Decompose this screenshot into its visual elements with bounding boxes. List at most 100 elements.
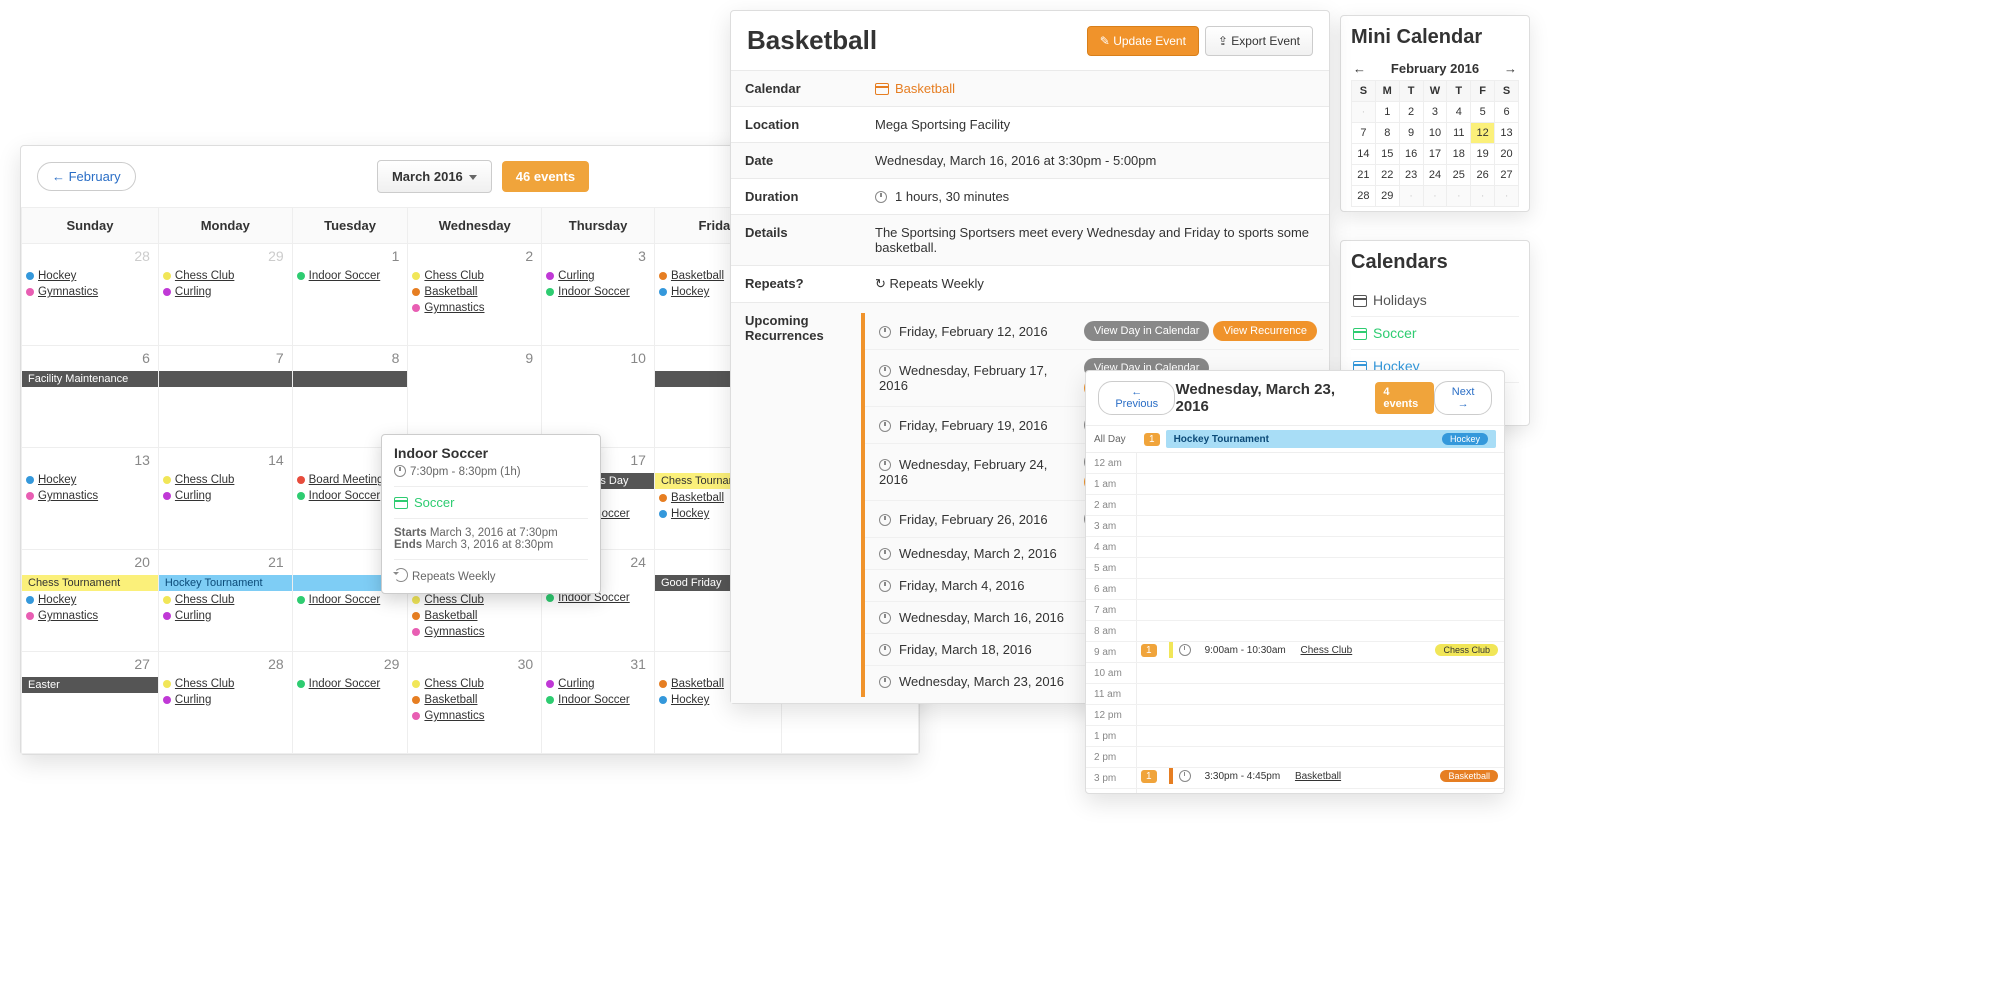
mini-day[interactable]: 22 [1375, 165, 1399, 186]
event-item[interactable]: Hockey [26, 472, 154, 488]
day-prev-button[interactable]: ← Previous [1098, 381, 1175, 415]
mini-day[interactable]: 10 [1423, 123, 1447, 144]
mini-day[interactable]: 27 [1495, 165, 1519, 186]
event-bar[interactable]: Chess Tournament [22, 575, 158, 591]
calendar-link[interactable]: Basketball [895, 81, 955, 96]
event-item[interactable]: Hockey [26, 592, 154, 608]
event-item[interactable]: Indoor Soccer [297, 592, 404, 608]
calendar-list-item[interactable]: Soccer [1351, 316, 1519, 349]
day-event[interactable]: 19:00am - 10:30am Chess ClubChess Club [1141, 642, 1504, 658]
event-item[interactable]: Indoor Soccer [297, 268, 404, 284]
day-cell[interactable]: 10 [542, 346, 655, 448]
day-next-button[interactable]: Next → [1434, 381, 1492, 415]
mini-day[interactable]: 9 [1399, 123, 1423, 144]
day-cell[interactable]: 13HockeyGymnastics [22, 448, 159, 550]
tooltip-calendar-link[interactable]: Soccer [414, 495, 454, 510]
day-cell[interactable]: 28Chess ClubCurling [158, 652, 292, 754]
event-bar[interactable]: Facility Maintenance [22, 371, 158, 387]
prev-month-button[interactable]: ← February [37, 162, 136, 191]
event-item[interactable]: Gymnastics [26, 284, 154, 300]
month-picker-button[interactable]: March 2016 [377, 160, 492, 193]
mini-day[interactable]: 16 [1399, 144, 1423, 165]
day-cell[interactable]: 9 [408, 346, 542, 448]
event-bar[interactable]: Easter [22, 677, 158, 693]
mini-day[interactable]: 6 [1495, 102, 1519, 123]
mini-prev-button[interactable]: ← [1353, 61, 1366, 76]
day-cell[interactable]: 7 [158, 346, 292, 448]
event-item[interactable]: Curling [546, 268, 650, 284]
view-recurrence-button[interactable]: View Recurrence [1213, 321, 1317, 341]
event-item[interactable]: Hockey [26, 268, 154, 284]
event-item[interactable]: Chess Club [163, 472, 288, 488]
event-item[interactable]: Indoor Soccer [546, 284, 650, 300]
event-item[interactable]: Basketball [412, 608, 537, 624]
event-item[interactable]: Gymnastics [26, 608, 154, 624]
mini-day[interactable]: 20 [1495, 144, 1519, 165]
day-event[interactable]: 13:30pm - 4:45pm BasketballBasketball [1141, 768, 1504, 784]
day-cell[interactable]: 2Chess ClubBasketballGymnastics [408, 244, 542, 346]
mini-day[interactable]: 5 [1471, 102, 1495, 123]
day-cell[interactable]: 29Indoor Soccer [292, 652, 408, 754]
day-cell[interactable]: 3CurlingIndoor Soccer [542, 244, 655, 346]
event-item[interactable]: Gymnastics [412, 708, 537, 724]
day-cell[interactable]: 30Chess ClubBasketballGymnastics [408, 652, 542, 754]
day-cell[interactable]: 21Hockey TournamentChess ClubCurling [158, 550, 292, 652]
mini-day[interactable]: 2 [1399, 102, 1423, 123]
event-item[interactable]: Indoor Soccer [297, 676, 404, 692]
event-item[interactable]: Chess Club [163, 676, 288, 692]
mini-day[interactable]: 11 [1447, 123, 1471, 144]
view-day-button[interactable]: View Day in Calendar [1084, 321, 1210, 341]
day-cell[interactable]: 1Indoor Soccer [292, 244, 408, 346]
mini-day[interactable]: 12 [1471, 123, 1495, 144]
event-item[interactable]: Basketball [412, 692, 537, 708]
day-cell[interactable]: 27Easter [22, 652, 159, 754]
day-cell[interactable]: 29Chess ClubCurling [158, 244, 292, 346]
day-cell[interactable]: 28HockeyGymnastics [22, 244, 159, 346]
day-cell[interactable]: 20Chess TournamentHockeyGymnastics [22, 550, 159, 652]
event-item[interactable]: Chess Club [163, 592, 288, 608]
event-bar[interactable] [293, 371, 408, 387]
allday-event[interactable]: Hockey Tournament Hockey [1166, 430, 1496, 448]
mini-day[interactable]: 21 [1352, 165, 1376, 186]
mini-day[interactable]: 1 [1375, 102, 1399, 123]
event-item[interactable]: Basketball [412, 284, 537, 300]
day-cell[interactable]: 6Facility Maintenance [22, 346, 159, 448]
mini-next-button[interactable]: → [1504, 61, 1517, 76]
mini-day[interactable]: 29 [1375, 186, 1399, 207]
event-item[interactable]: Curling [546, 676, 650, 692]
mini-day[interactable]: 25 [1447, 165, 1471, 186]
event-item[interactable]: Chess Club [412, 268, 537, 284]
mini-day[interactable]: 26 [1471, 165, 1495, 186]
day-cell[interactable]: 14Chess ClubCurling [158, 448, 292, 550]
mini-day[interactable]: 15 [1375, 144, 1399, 165]
event-item[interactable]: Curling [163, 284, 288, 300]
event-item[interactable]: Chess Club [163, 268, 288, 284]
mini-day[interactable]: 19 [1471, 144, 1495, 165]
mini-day[interactable]: 24 [1423, 165, 1447, 186]
event-item[interactable]: Gymnastics [26, 488, 154, 504]
event-item[interactable]: Chess Club [412, 592, 537, 608]
event-item[interactable]: Indoor Soccer [546, 692, 650, 708]
mini-day[interactable]: 17 [1423, 144, 1447, 165]
day-cell[interactable]: 8 [292, 346, 408, 448]
day-cell[interactable]: 31CurlingIndoor Soccer [542, 652, 655, 754]
event-bar[interactable]: Hockey Tournament [159, 575, 292, 591]
mini-day[interactable]: 13 [1495, 123, 1519, 144]
update-event-button[interactable]: ✎ Update Event [1087, 26, 1199, 56]
export-event-button[interactable]: ⇪ Export Event [1205, 26, 1313, 56]
mini-day[interactable]: 28 [1352, 186, 1376, 207]
event-item[interactable]: Curling [163, 488, 288, 504]
mini-day[interactable]: 8 [1375, 123, 1399, 144]
mini-day[interactable]: 18 [1447, 144, 1471, 165]
calendar-list-item[interactable]: Holidays [1351, 284, 1519, 316]
event-item[interactable]: Curling [163, 692, 288, 708]
event-item[interactable]: Gymnastics [412, 624, 537, 640]
event-item[interactable]: Chess Club [412, 676, 537, 692]
mini-day[interactable]: 23 [1399, 165, 1423, 186]
event-item[interactable]: Curling [163, 608, 288, 624]
event-item[interactable]: Gymnastics [412, 300, 537, 316]
mini-day[interactable]: 4 [1447, 102, 1471, 123]
event-bar[interactable] [159, 371, 292, 387]
mini-day[interactable]: 14 [1352, 144, 1376, 165]
mini-day[interactable]: 7 [1352, 123, 1376, 144]
